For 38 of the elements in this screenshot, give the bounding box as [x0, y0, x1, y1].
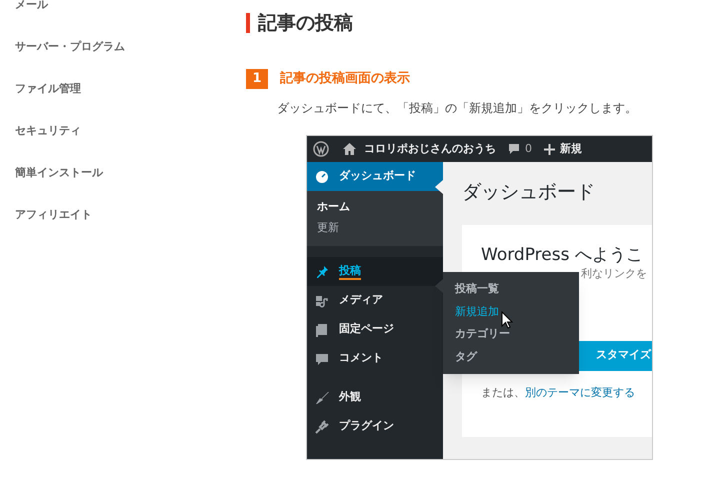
title-accent-bar: [246, 13, 250, 33]
sidebar-link[interactable]: アフィリエイト: [15, 206, 246, 224]
flyout-item[interactable]: 投稿一覧: [443, 278, 579, 300]
submenu-item[interactable]: ホーム: [307, 191, 443, 216]
mouse-cursor-icon: [501, 311, 513, 329]
flyout-item[interactable]: カテゴリー: [443, 323, 579, 346]
sidebar-link[interactable]: メール: [15, 0, 246, 14]
comment-icon: [315, 352, 329, 366]
step-description: ダッシュボードにて、「投稿」の「新規追加」をクリックします。: [277, 100, 638, 117]
comment-icon: [508, 143, 520, 155]
plug-icon: [315, 420, 329, 434]
flyout-item[interactable]: 新規追加: [443, 300, 579, 323]
comment-count[interactable]: 0: [525, 140, 532, 158]
pages-icon: [315, 322, 329, 336]
step-number: 1: [246, 69, 268, 89]
site-name-link[interactable]: コロリポおじさんのおうち: [364, 140, 496, 158]
home-icon: [343, 143, 356, 155]
menu-item[interactable]: 投稿: [307, 257, 443, 286]
media-icon: [315, 294, 329, 308]
step-title: 記事の投稿画面の表示: [280, 70, 410, 88]
sidebar-link[interactable]: サーバー・プログラム: [15, 38, 246, 56]
submenu-item[interactable]: 更新: [307, 216, 443, 246]
change-theme-link[interactable]: 別のテーマに変更する: [525, 384, 635, 401]
plus-icon: [544, 144, 555, 154]
welcome-subtitle: 利なリンクを: [581, 266, 648, 282]
new-link[interactable]: 新規: [560, 140, 582, 158]
page-title: 記事の投稿: [258, 14, 353, 32]
menu-item[interactable]: ダッシュボード: [307, 162, 443, 191]
pushpin-icon: [315, 264, 329, 278]
or-text: または、: [481, 384, 525, 400]
dashboard-heading: ダッシュボード: [462, 180, 596, 205]
gauge-icon: [315, 170, 329, 184]
sidebar-link[interactable]: ファイル管理: [15, 80, 246, 98]
flyout-item[interactable]: タグ: [443, 346, 579, 368]
wordpress-logo-icon[interactable]: [313, 141, 329, 157]
sidebar-link[interactable]: セキュリティ: [15, 122, 246, 140]
sidebar-link[interactable]: 簡単インストール: [15, 164, 246, 182]
welcome-title: WordPress へようこ: [481, 244, 644, 266]
